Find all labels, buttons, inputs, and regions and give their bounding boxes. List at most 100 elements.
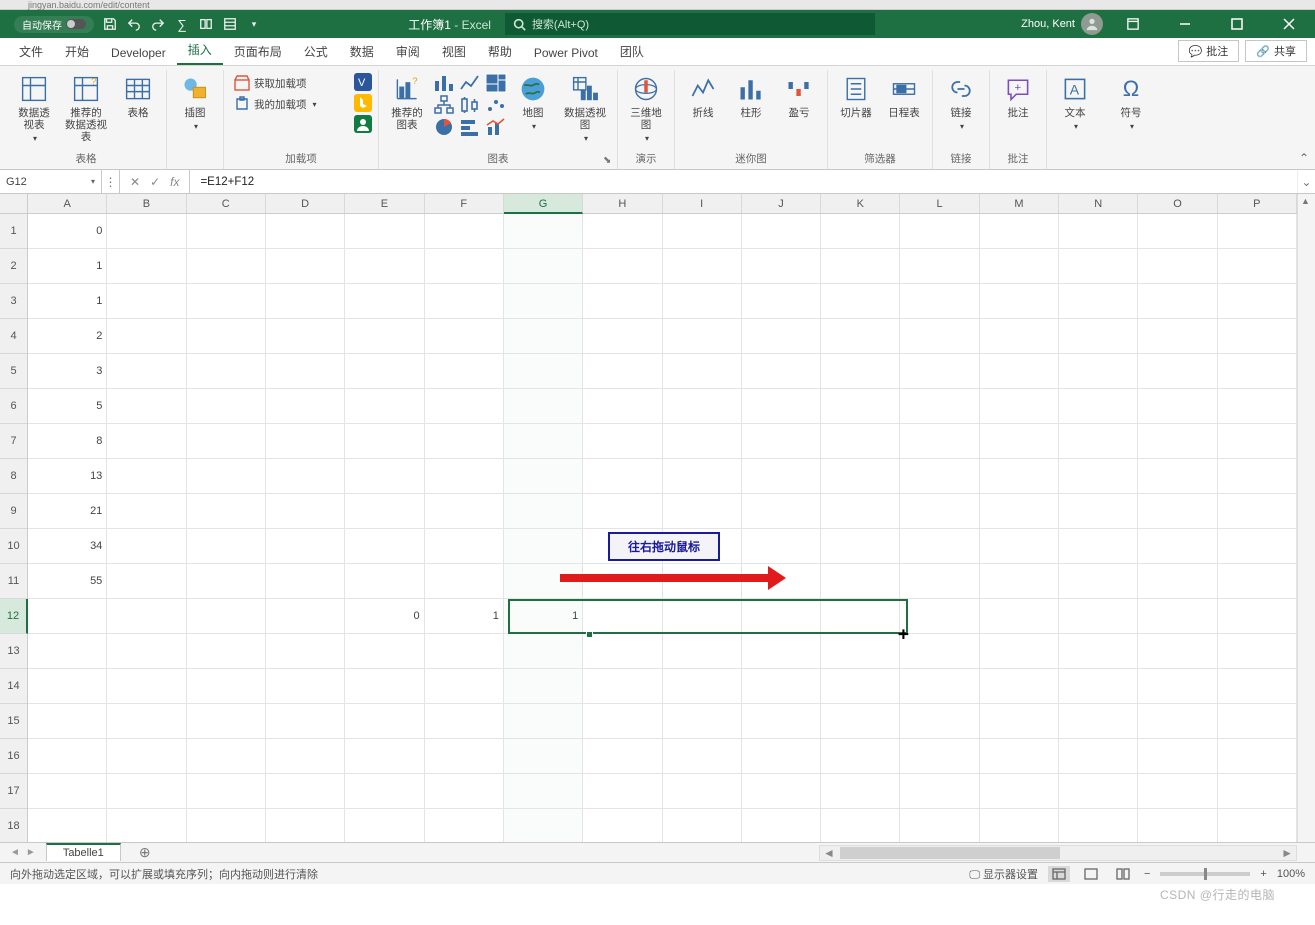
cell[interactable] [266, 494, 345, 529]
cell[interactable] [107, 214, 186, 249]
cell[interactable] [1059, 704, 1138, 739]
row-header[interactable]: 12 [0, 599, 28, 634]
bar-chart-icon[interactable] [459, 117, 481, 137]
cell[interactable] [266, 319, 345, 354]
line-chart-icon[interactable] [459, 73, 481, 93]
cell[interactable] [980, 459, 1059, 494]
row-header[interactable]: 8 [0, 459, 27, 494]
cell[interactable] [1138, 284, 1217, 319]
cell[interactable]: 21 [28, 494, 107, 529]
column-header[interactable]: M [980, 194, 1059, 213]
cell[interactable] [504, 284, 583, 319]
cell[interactable]: 1 [28, 249, 107, 284]
people-addin-icon[interactable] [354, 115, 372, 133]
cell[interactable] [504, 459, 583, 494]
cell[interactable] [425, 319, 504, 354]
zoom-in-button[interactable]: + [1260, 868, 1266, 880]
cell[interactable] [900, 284, 979, 319]
cell[interactable] [1138, 319, 1217, 354]
cell[interactable] [1138, 774, 1217, 809]
cell[interactable] [107, 634, 186, 669]
row-header[interactable]: 1 [0, 214, 27, 249]
tab-help[interactable]: 帮助 [477, 38, 523, 65]
symbol-button[interactable]: Ω符号▾ [1109, 70, 1153, 135]
cell[interactable] [821, 494, 900, 529]
column-header[interactable]: K [821, 194, 900, 213]
cell[interactable] [425, 389, 504, 424]
tab-review[interactable]: 审阅 [385, 38, 431, 65]
scatter-chart-icon[interactable] [485, 95, 507, 115]
illustrations-button[interactable]: 插图▾ [173, 70, 217, 135]
cell[interactable] [504, 354, 583, 389]
qat-customize-icon[interactable]: ▾ [246, 16, 262, 32]
pie-chart-icon[interactable] [433, 117, 455, 137]
cell[interactable] [266, 809, 345, 842]
table-button[interactable]: 表格 [116, 70, 160, 123]
cell[interactable] [504, 494, 583, 529]
cell[interactable] [187, 319, 266, 354]
cell[interactable] [425, 774, 504, 809]
zoom-slider[interactable] [1160, 872, 1250, 876]
cell[interactable] [821, 319, 900, 354]
column-header[interactable]: C [187, 194, 266, 213]
vertical-scrollbar[interactable]: ▲ [1297, 194, 1315, 842]
cell[interactable] [107, 564, 186, 599]
cell[interactable] [583, 704, 662, 739]
cell[interactable] [504, 249, 583, 284]
cell[interactable] [900, 354, 979, 389]
cell[interactable] [742, 669, 821, 704]
cell[interactable] [980, 634, 1059, 669]
cell[interactable] [266, 284, 345, 319]
cell[interactable] [187, 564, 266, 599]
column-header[interactable]: O [1138, 194, 1217, 213]
cell[interactable] [504, 634, 583, 669]
select-all-corner[interactable] [0, 194, 28, 214]
column-header[interactable]: E [345, 194, 424, 213]
cell[interactable] [28, 704, 107, 739]
bing-addin-icon[interactable] [354, 94, 372, 112]
recommended-charts-button[interactable]: ? 推荐的 图表 [385, 70, 429, 135]
cell[interactable] [425, 284, 504, 319]
cell[interactable] [821, 739, 900, 774]
cell[interactable] [504, 774, 583, 809]
column-header[interactable]: G [504, 194, 583, 214]
treemap-chart-icon[interactable] [485, 73, 507, 93]
cell[interactable] [980, 774, 1059, 809]
redo-icon[interactable] [150, 16, 166, 32]
cell[interactable] [187, 634, 266, 669]
cell[interactable] [345, 319, 424, 354]
cell[interactable] [504, 214, 583, 249]
cell[interactable] [821, 564, 900, 599]
cell[interactable] [425, 669, 504, 704]
cell[interactable] [266, 389, 345, 424]
cell[interactable] [821, 214, 900, 249]
cell[interactable] [266, 459, 345, 494]
cell[interactable] [900, 739, 979, 774]
maximize-button[interactable] [1215, 10, 1259, 38]
3dmap-button[interactable]: 三维地 图▾ [624, 70, 668, 147]
cell[interactable] [28, 669, 107, 704]
cell[interactable] [900, 599, 979, 634]
fill-handle[interactable] [586, 631, 593, 638]
cell[interactable] [742, 809, 821, 842]
cell[interactable] [583, 774, 662, 809]
cell[interactable] [504, 739, 583, 774]
row-header[interactable]: 17 [0, 774, 27, 809]
cell[interactable] [583, 739, 662, 774]
cell[interactable] [187, 459, 266, 494]
cell[interactable] [187, 809, 266, 842]
cell[interactable] [1059, 389, 1138, 424]
cell[interactable] [1138, 809, 1217, 842]
cell[interactable] [345, 704, 424, 739]
cell[interactable] [504, 389, 583, 424]
cell[interactable]: 2 [28, 319, 107, 354]
row-header[interactable]: 7 [0, 424, 27, 459]
cell[interactable] [980, 249, 1059, 284]
add-sheet-button[interactable]: ⊕ [135, 844, 155, 861]
cell[interactable] [821, 284, 900, 319]
cell[interactable] [1218, 529, 1297, 564]
tab-pagelayout[interactable]: 页面布局 [223, 38, 293, 65]
cell[interactable] [425, 704, 504, 739]
cell[interactable] [425, 634, 504, 669]
comments-button[interactable]: 💬 批注 [1178, 40, 1240, 62]
